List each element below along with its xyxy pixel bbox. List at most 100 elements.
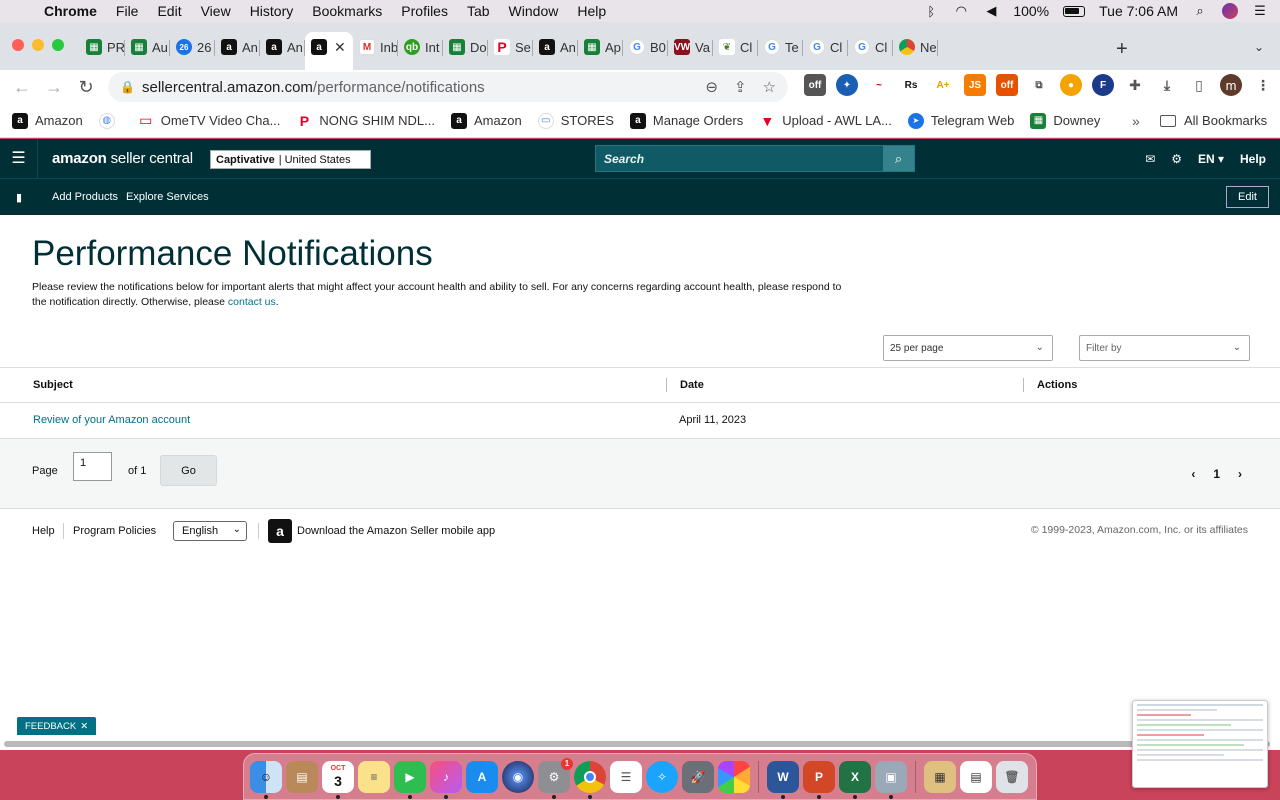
back-arrow-icon[interactable]: ← — [6, 77, 38, 98]
column-subject[interactable]: Subject — [33, 379, 73, 391]
menubar-clock[interactable]: Tue 7:06 AM — [1099, 3, 1178, 19]
page-number-input[interactable]: 1 — [73, 452, 112, 481]
word-icon[interactable]: W — [767, 760, 799, 799]
contact-us-link[interactable]: contact us — [228, 296, 276, 308]
tab[interactable]: ▦ PR — [80, 32, 125, 62]
reload-icon[interactable]: ↻ — [70, 77, 102, 98]
go-button[interactable]: Go — [160, 455, 217, 486]
store-switcher[interactable]: Captivative | United States — [210, 150, 371, 169]
tab[interactable]: M Inb — [353, 32, 398, 62]
notification-subject-link[interactable]: Review of your Amazon account — [33, 414, 190, 426]
horizontal-scrollbar[interactable] — [0, 739, 1280, 750]
menu-bookmarks[interactable]: Bookmarks — [312, 3, 382, 19]
spotlight-search-icon[interactable]: ⌕ — [1192, 3, 1208, 18]
bookmark-item[interactable]: ▦ Downey — [1030, 112, 1100, 129]
screenshot-thumbnail[interactable] — [1132, 700, 1268, 788]
kebab-menu-icon[interactable]: ⋮ — [1252, 74, 1274, 96]
menu-edit[interactable]: Edit — [157, 3, 181, 19]
menu-window[interactable]: Window — [509, 3, 559, 19]
column-date[interactable]: Date — [680, 379, 704, 391]
tab[interactable]: qb Int — [398, 32, 443, 62]
download-icon[interactable]: ⤓ — [1156, 74, 1178, 96]
bookmark-icon[interactable]: ▮ — [0, 191, 38, 204]
tab[interactable]: ▦ Ap — [578, 32, 623, 62]
footer-help-link[interactable]: Help — [32, 525, 55, 537]
launchpad-icon[interactable]: 🚀 — [682, 760, 714, 793]
documents-stack-icon[interactable]: ▤ — [960, 760, 992, 793]
forward-arrow-icon[interactable]: → — [38, 77, 70, 98]
close-tab-icon[interactable]: ✕ — [334, 39, 346, 56]
filter-select[interactable]: Filter by ⌄ — [1079, 335, 1250, 361]
extension-f-icon[interactable]: F — [1092, 74, 1114, 96]
nav-add-products[interactable]: Add Products — [52, 191, 118, 203]
extension-rs-icon[interactable]: Rs — [900, 74, 922, 96]
minimize-window-button[interactable] — [32, 39, 44, 51]
address-bar[interactable]: 🔒 sellercentral.amazon.com/performance/n… — [108, 72, 788, 102]
feedback-button[interactable]: FEEDBACK ✕ — [17, 717, 97, 735]
photos-icon[interactable] — [718, 760, 750, 793]
zoom-icon[interactable]: ⊖ — [705, 78, 718, 96]
seller-central-logo[interactable]: amazon seller central — [52, 150, 193, 167]
close-window-button[interactable] — [12, 39, 24, 51]
notes-icon[interactable]: ≡ — [358, 760, 390, 793]
bookmark-item[interactable]: P NONG SHIM NDL... — [296, 112, 435, 129]
seller-search-box[interactable]: Search ⌕ — [595, 145, 915, 172]
help-link[interactable]: Help — [1240, 152, 1266, 166]
extensions-puzzle-icon[interactable]: ✚ — [1124, 74, 1146, 96]
tab[interactable]: G Te — [758, 32, 803, 62]
finder-icon[interactable]: ☺ — [250, 760, 282, 799]
extension-shapes-icon[interactable]: ⧉ — [1028, 74, 1050, 96]
app-store-icon[interactable]: A — [466, 760, 498, 793]
menu-file[interactable]: File — [116, 3, 139, 19]
tab[interactable]: P Se — [488, 32, 533, 62]
bookmark-item[interactable]: a Manage Orders — [629, 112, 743, 129]
bookmark-item[interactable]: ➤ Telegram Web — [907, 112, 1014, 129]
menu-app-name[interactable]: Chrome — [44, 3, 97, 19]
facetime-icon[interactable]: ▶ — [394, 760, 426, 799]
all-bookmarks-folder[interactable]: All Bookmarks — [1160, 113, 1267, 128]
current-page-number[interactable]: 1 — [1213, 467, 1220, 481]
extension-deal-icon[interactable]: off — [996, 74, 1018, 96]
tab[interactable]: VW Va — [668, 32, 713, 62]
tab[interactable]: ▦ Do — [443, 32, 488, 62]
footer-language-select[interactable]: English ⌄ — [173, 521, 247, 541]
search-input[interactable]: Search — [596, 152, 883, 166]
gear-icon[interactable]: ⚙ — [1171, 152, 1182, 166]
menu-view[interactable]: View — [201, 3, 231, 19]
reminders-icon[interactable]: ☰ — [610, 760, 642, 793]
extension-js-icon[interactable]: JS — [964, 74, 986, 96]
tab[interactable]: ▦ Au — [125, 32, 170, 62]
scrollbar-thumb[interactable] — [4, 741, 1270, 747]
extension-wave-icon[interactable]: ~ — [868, 74, 890, 96]
lock-icon[interactable]: 🔒 — [120, 80, 135, 94]
tab[interactable]: a An — [533, 32, 578, 62]
extension-orange-icon[interactable]: ● — [1060, 74, 1082, 96]
menu-tab[interactable]: Tab — [467, 3, 490, 19]
chrome-icon[interactable] — [574, 760, 606, 799]
new-tab-button[interactable]: + — [1116, 38, 1128, 61]
nav-explore-services[interactable]: Explore Services — [126, 191, 209, 203]
bookmark-item[interactable]: ▭ STORES — [537, 112, 614, 129]
next-page-chevron-icon[interactable]: › — [1238, 467, 1242, 481]
powerpoint-icon[interactable]: P — [803, 760, 835, 799]
preview-icon[interactable]: ▣ — [875, 760, 907, 799]
downloads-stack-icon[interactable]: ▦ — [924, 760, 956, 793]
mail-icon[interactable]: ✉ — [1145, 152, 1155, 166]
menu-help[interactable]: Help — [577, 3, 606, 19]
extension-boost-icon[interactable]: A+ — [932, 74, 954, 96]
excel-icon[interactable]: X — [839, 760, 871, 799]
bookmark-item[interactable]: a Amazon — [451, 112, 522, 129]
safari-icon[interactable]: ✧ — [646, 760, 678, 793]
tab[interactable]: 26 26 — [170, 32, 215, 62]
siri-icon[interactable] — [1222, 3, 1238, 19]
trash-icon[interactable]: 🗑 — [996, 760, 1028, 793]
bookmark-star-icon[interactable]: ☆ — [763, 78, 776, 96]
zoom-window-button[interactable] — [52, 39, 64, 51]
amazon-app-icon[interactable]: a — [268, 519, 292, 543]
tab[interactable]: Ne — [893, 32, 938, 62]
bookmark-item[interactable]: a Amazon — [12, 112, 83, 129]
extension-off-icon[interactable]: off — [804, 74, 826, 96]
bookmark-item[interactable]: ▭ OmeTV Video Cha... — [137, 112, 280, 129]
previous-page-chevron-icon[interactable]: ‹ — [1191, 467, 1195, 481]
language-selector[interactable]: EN ▾ — [1198, 152, 1224, 166]
